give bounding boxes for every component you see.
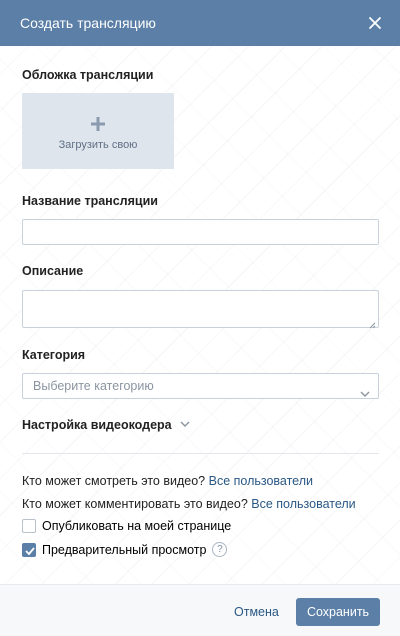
dialog-title: Создать трансляцию: [20, 15, 156, 31]
resize-handle-icon[interactable]: [369, 318, 376, 329]
dialog-footer: Отмена Сохранить: [0, 584, 400, 636]
view-privacy-question: Кто может смотреть это видео?: [22, 474, 206, 488]
question-icon[interactable]: ?: [212, 542, 228, 557]
comment-privacy-link[interactable]: Все пользователи: [251, 497, 355, 511]
preview-checkbox[interactable]: [22, 542, 36, 557]
dialog-header: Создать трансляцию: [0, 0, 400, 46]
publish-checkbox-row[interactable]: Опубликовать на моей странице: [22, 519, 231, 533]
name-input[interactable]: [22, 219, 379, 245]
upload-cover-label: Загрузить свою: [58, 139, 138, 151]
cancel-button[interactable]: Отмена: [226, 599, 287, 625]
description-textarea[interactable]: [22, 290, 379, 329]
category-selected-value: Выберите категорию: [33, 379, 154, 393]
chevron-down-icon: [180, 417, 190, 427]
description-label: Описание: [22, 264, 84, 278]
plus-icon: [90, 116, 106, 132]
view-privacy-link[interactable]: Все пользователи: [209, 474, 313, 488]
encoder-settings-label: Настройка видеокодера: [22, 418, 172, 432]
preview-checkbox-row[interactable]: Предварительный просмотр ?: [22, 542, 228, 557]
publish-checkbox[interactable]: [22, 519, 36, 533]
comment-privacy-row: Кто может комментировать это видео? Все …: [22, 497, 356, 511]
category-label: Категория: [22, 348, 86, 362]
cover-upload-area[interactable]: Загрузить свою: [22, 93, 174, 169]
chevron-down-icon: [360, 382, 370, 397]
preview-checkbox-label: Предварительный просмотр: [42, 542, 207, 557]
category-select[interactable]: Выберите категорию: [22, 373, 379, 399]
close-icon[interactable]: [364, 12, 386, 34]
name-label: Название трансляции: [22, 194, 158, 208]
view-privacy-row: Кто может смотреть это видео? Все пользо…: [22, 474, 313, 488]
encoder-settings-toggle[interactable]: Настройка видеокодера: [22, 417, 190, 432]
section-divider: [22, 453, 379, 454]
publish-checkbox-label: Опубликовать на моей странице: [42, 519, 232, 533]
save-button[interactable]: Сохранить: [296, 598, 380, 626]
comment-privacy-question: Кто может комментировать это видео?: [22, 497, 248, 511]
cover-label: Обложка трансляции: [22, 68, 154, 82]
